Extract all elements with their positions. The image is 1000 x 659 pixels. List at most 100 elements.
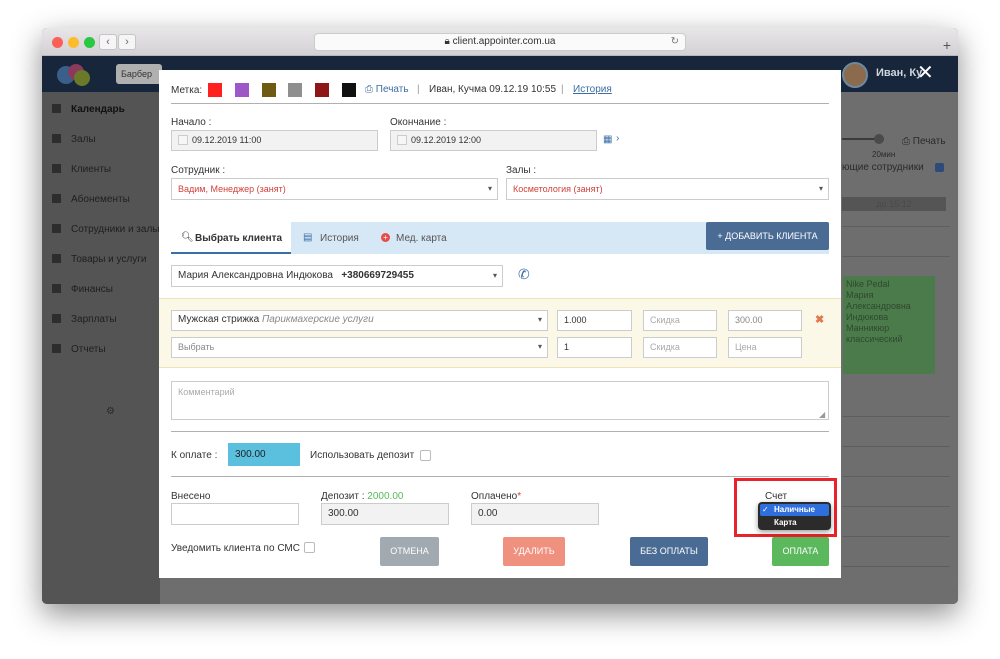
cancel-button[interactable]: ОТМЕНА bbox=[380, 537, 439, 566]
remove-service-icon[interactable]: ✖ bbox=[815, 313, 824, 326]
chevron-right-icon[interactable]: › bbox=[616, 133, 619, 144]
sidebar-item-calendar[interactable]: Календарь bbox=[52, 104, 125, 115]
sidebar-item-salaries[interactable]: Зарплаты bbox=[52, 314, 117, 325]
app-logo bbox=[57, 64, 90, 86]
end-label: Окончание : bbox=[390, 117, 447, 128]
working-staff-label: ющие сотрудники bbox=[842, 162, 924, 173]
halls-icon bbox=[52, 134, 61, 143]
paid-in-field[interactable] bbox=[171, 503, 299, 525]
time-header: до 15:12 bbox=[842, 197, 946, 211]
sidebar-item-reports[interactable]: Отчеты bbox=[52, 344, 106, 355]
pay-button[interactable]: ОПЛАТА bbox=[772, 537, 829, 566]
separator: | bbox=[417, 84, 420, 95]
forward-button[interactable]: › bbox=[118, 34, 136, 50]
end-datetime-field[interactable]: 09.12.2019 12:00 bbox=[390, 130, 597, 151]
sidebar-item-subscriptions[interactable]: Абонементы bbox=[52, 194, 130, 205]
clients-icon bbox=[52, 164, 61, 173]
gear-icon[interactable]: ⚙ bbox=[106, 406, 115, 417]
tag-color-black[interactable] bbox=[342, 83, 356, 97]
sidebar: Календарь Залы Клиенты Абонементы Сотруд… bbox=[42, 92, 160, 604]
tag-color-purple[interactable] bbox=[235, 83, 249, 97]
comment-textarea[interactable]: Комментарий bbox=[171, 381, 829, 420]
working-staff-checkbox[interactable] bbox=[935, 163, 944, 172]
account-option-cash[interactable]: ✓ Наличные bbox=[760, 504, 829, 516]
branch-selector[interactable]: Барбер bbox=[116, 64, 162, 84]
reload-icon[interactable]: ↻ bbox=[671, 34, 679, 50]
avatar[interactable] bbox=[842, 62, 868, 88]
zoom-label: 20мин bbox=[872, 150, 896, 159]
calendar-icon bbox=[52, 104, 61, 113]
calendar-picker-icon[interactable]: ▦ bbox=[603, 134, 612, 145]
account-option-card[interactable]: Карта bbox=[774, 517, 797, 528]
start-datetime-field[interactable]: 09.12.2019 11:00 bbox=[171, 130, 378, 151]
chevron-down-icon: ▾ bbox=[818, 184, 823, 193]
appointment-card[interactable]: Nike Pedal Мария Александровна Индюкова … bbox=[843, 276, 935, 374]
zoom-slider-handle[interactable] bbox=[874, 134, 884, 144]
service-quantity-field-empty[interactable]: 1 bbox=[557, 337, 632, 358]
new-tab-button[interactable]: + bbox=[940, 38, 954, 54]
maximize-window-button[interactable] bbox=[84, 37, 95, 48]
notify-sms-checkbox[interactable] bbox=[304, 542, 315, 553]
divider bbox=[171, 476, 829, 477]
service-price-field[interactable]: 300.00 bbox=[728, 310, 802, 331]
close-window-button[interactable] bbox=[52, 37, 63, 48]
grid-line bbox=[842, 416, 950, 417]
client-select[interactable]: Мария Александровна Индюкова +3806697294… bbox=[171, 265, 503, 287]
sidebar-item-clients[interactable]: Клиенты bbox=[52, 164, 111, 175]
tab-medical-card[interactable]: + Мед. карта bbox=[379, 222, 459, 254]
lock-icon: 🔒︎ bbox=[444, 36, 450, 47]
sidebar-item-staff[interactable]: Сотрудники и залы bbox=[52, 224, 159, 235]
staff-icon bbox=[52, 224, 61, 233]
divider bbox=[171, 103, 829, 104]
phone-icon[interactable]: ✆ bbox=[518, 266, 530, 283]
browser-titlebar: ‹ › 🔒︎ client.appointer.com.ua ↻ + bbox=[42, 28, 958, 56]
tab-history[interactable]: ▤ История bbox=[301, 222, 376, 254]
service-select-empty[interactable]: Выбрать ▾ bbox=[171, 337, 548, 358]
separator: | bbox=[561, 84, 564, 95]
subscriptions-icon bbox=[52, 194, 61, 203]
sidebar-item-finance[interactable]: Финансы bbox=[52, 284, 113, 295]
account-dropdown[interactable]: ✓ Наличные Карта bbox=[758, 502, 831, 530]
calendar-icon bbox=[397, 135, 407, 145]
use-deposit-checkbox[interactable] bbox=[420, 450, 431, 461]
delete-button[interactable]: УДАЛИТЬ bbox=[503, 537, 565, 566]
service-discount-field-empty[interactable]: Скидка bbox=[643, 337, 717, 358]
service-discount-field[interactable]: Скидка bbox=[643, 310, 717, 331]
tag-color-olive[interactable] bbox=[262, 83, 276, 97]
to-pay-label: К оплате : bbox=[171, 450, 218, 461]
halls-select[interactable]: Косметология (занят) ▾ bbox=[506, 178, 829, 200]
minimize-window-button[interactable] bbox=[68, 37, 79, 48]
tag-color-gray[interactable] bbox=[288, 83, 302, 97]
tag-color-darkred[interactable] bbox=[315, 83, 329, 97]
start-label: Начало : bbox=[171, 117, 212, 128]
service-quantity-field[interactable]: 1.000 bbox=[557, 310, 632, 331]
grid-line bbox=[842, 536, 950, 537]
grid-line bbox=[842, 506, 950, 507]
user-name[interactable]: Иван, Ку bbox=[876, 67, 922, 79]
employee-select[interactable]: Вадим, Менеджер (занят) ▾ bbox=[171, 178, 498, 200]
service-price-field-empty[interactable]: Цена bbox=[728, 337, 802, 358]
back-button[interactable]: ‹ bbox=[99, 34, 117, 50]
deposit-field[interactable]: 300.00 bbox=[321, 503, 449, 525]
no-payment-button[interactable]: БЕЗ ОПЛАТЫ bbox=[630, 537, 708, 566]
address-bar[interactable]: 🔒︎ client.appointer.com.ua ↻ bbox=[314, 33, 686, 51]
products-icon bbox=[52, 254, 61, 263]
chevron-down-icon: ▾ bbox=[537, 342, 542, 351]
deposit-label: Депозит : 2000.00 bbox=[321, 491, 404, 502]
chevron-down-icon: ▾ bbox=[492, 271, 497, 280]
paid-field[interactable]: 0.00 bbox=[471, 503, 599, 525]
grid-line bbox=[842, 446, 950, 447]
history-link[interactable]: История bbox=[573, 84, 612, 95]
add-client-button[interactable]: + ДОБАВИТЬ КЛИЕНТА bbox=[706, 222, 829, 250]
print-link[interactable]: ⎙ Печать bbox=[365, 84, 409, 95]
calendar-print-link[interactable]: ⎙ Печать bbox=[902, 136, 946, 147]
resize-handle-icon[interactable]: ◢ bbox=[819, 410, 825, 419]
sidebar-item-products[interactable]: Товары и услуги bbox=[52, 254, 147, 265]
service-select[interactable]: Мужская стрижка Парикмахерские услуги ▾ bbox=[171, 310, 548, 331]
tag-color-red[interactable] bbox=[208, 83, 222, 97]
close-modal-icon[interactable]: ✕ bbox=[917, 63, 934, 83]
finance-icon bbox=[52, 284, 61, 293]
sidebar-item-halls[interactable]: Залы bbox=[52, 134, 96, 145]
tab-select-client[interactable]: 🔍︎ Выбрать клиента bbox=[171, 222, 291, 254]
chevron-down-icon: ▾ bbox=[537, 315, 542, 324]
